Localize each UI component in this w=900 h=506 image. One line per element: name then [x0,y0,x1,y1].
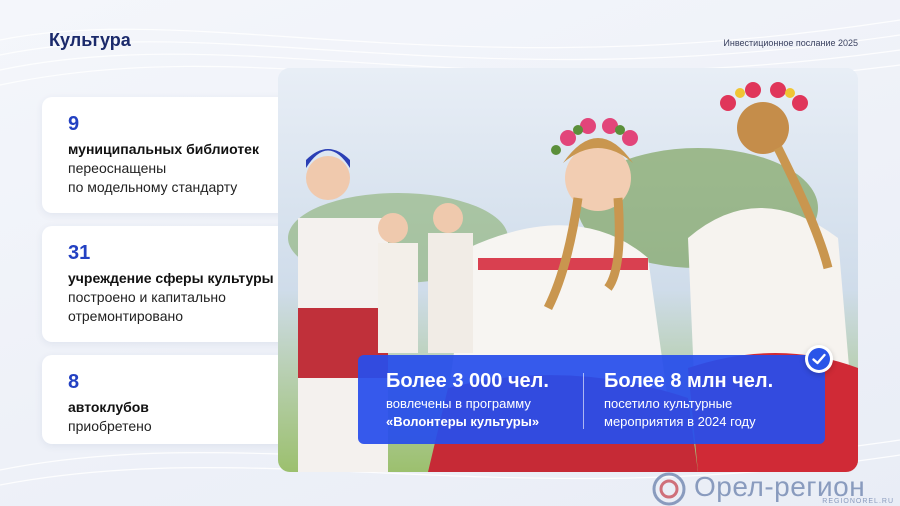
stat-program-name: «Волонтеры культуры» [386,414,540,429]
watermark-logo-icon [652,472,686,506]
stat-text: посетило культурные [604,396,733,411]
page-title: Культура [49,30,131,50]
watermark: Орел-регион REGIONOREL.RU [650,469,900,506]
card-number: 9 [68,113,80,135]
stat-text: вовлечены в программу [386,396,531,411]
stat-value: Более 8 млн чел. [604,370,774,392]
watermark-url: REGIONOREL.RU [822,498,894,505]
card-title: муниципальных библиотек [68,141,259,157]
stat-value: Более 3 000 чел. [386,370,549,392]
card-number: 31 [68,242,91,264]
visitors-stat: Более 8 млн чел. посетило культурные мер… [604,369,773,431]
stat-card-libraries: 9 муниципальных библиотек переоснащены п… [42,97,310,213]
stat-text: мероприятия в 2024 году [604,414,756,429]
card-description: приобретено [68,418,152,434]
stat-card-culture-institutions: 31 учреждение сферы культуры построено и… [42,226,310,342]
page-subtitle: Инвестиционное послание 2025 [723,38,858,48]
card-title: учреждение сферы культуры [68,270,274,286]
check-icon [805,345,833,373]
volunteers-stat: Более 3 000 чел. вовлечены в программу «… [386,369,549,431]
card-number: 8 [68,371,80,393]
card-title: автоклубов [68,399,149,415]
card-description: переоснащены по модельному стандарту [68,160,238,195]
card-description: построено и капитально отремонтировано [68,289,226,324]
stats-divider [583,373,584,429]
stats-panel: Более 3 000 чел. вовлечены в программу «… [358,355,825,444]
stat-card-autoclubs: 8 автоклубов приобретено [42,355,310,444]
